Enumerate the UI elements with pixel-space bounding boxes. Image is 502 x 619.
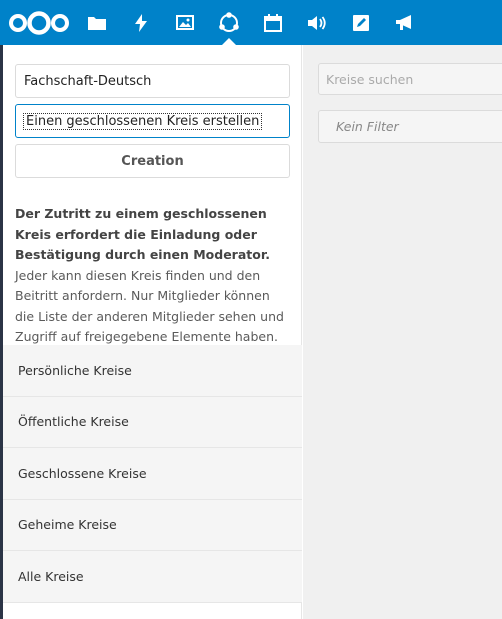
menu-item-all-circles[interactable]: Alle Kreise	[3, 551, 302, 603]
announcement-icon[interactable]	[393, 0, 417, 45]
app-header	[0, 0, 502, 45]
circle-filter-menu: Persönliche Kreise Öffentliche Kreise Ge…	[3, 345, 302, 603]
menu-item-closed-circles[interactable]: Geschlossene Kreise	[3, 448, 302, 500]
menu-item-public-circles[interactable]: Öffentliche Kreise	[3, 397, 302, 448]
calendar-icon[interactable]	[262, 0, 284, 45]
circle-name-input[interactable]: Fachschaft-Deutsch	[15, 64, 290, 98]
filter-status[interactable]: Kein Filter	[318, 110, 502, 143]
active-app-indicator	[222, 38, 236, 45]
circle-type-select[interactable]: Einen geschlossenen Kreis erstellen	[15, 104, 290, 138]
notes-icon[interactable]	[350, 0, 372, 45]
menu-item-personal-circles[interactable]: Persönliche Kreise	[3, 345, 302, 397]
app-navigation: Fachschaft-Deutsch Einen geschlossenen K…	[3, 45, 302, 619]
nextcloud-logo-icon[interactable]	[6, 0, 72, 45]
files-icon[interactable]	[86, 0, 108, 45]
circle-name-value: Fachschaft-Deutsch	[24, 73, 152, 89]
menu-item-secret-circles[interactable]: Geheime Kreise	[3, 500, 302, 551]
description-text: Jeder kann diesen Kreis finden und den B…	[15, 267, 284, 345]
create-circle-button[interactable]: Creation	[15, 144, 290, 178]
gallery-icon[interactable]	[174, 0, 196, 45]
circle-type-description: Der Zutritt zu einem geschlossenen Kreis…	[15, 204, 290, 348]
activity-icon[interactable]	[130, 0, 152, 45]
app-content: Kreise suchen Kein Filter	[303, 45, 502, 619]
circle-type-selected: Einen geschlossenen Kreis erstellen	[22, 112, 263, 130]
audio-player-icon[interactable]	[306, 0, 328, 45]
circle-search-input[interactable]: Kreise suchen	[318, 63, 502, 95]
description-bold: Der Zutritt zu einem geschlossenen Kreis…	[15, 206, 270, 262]
